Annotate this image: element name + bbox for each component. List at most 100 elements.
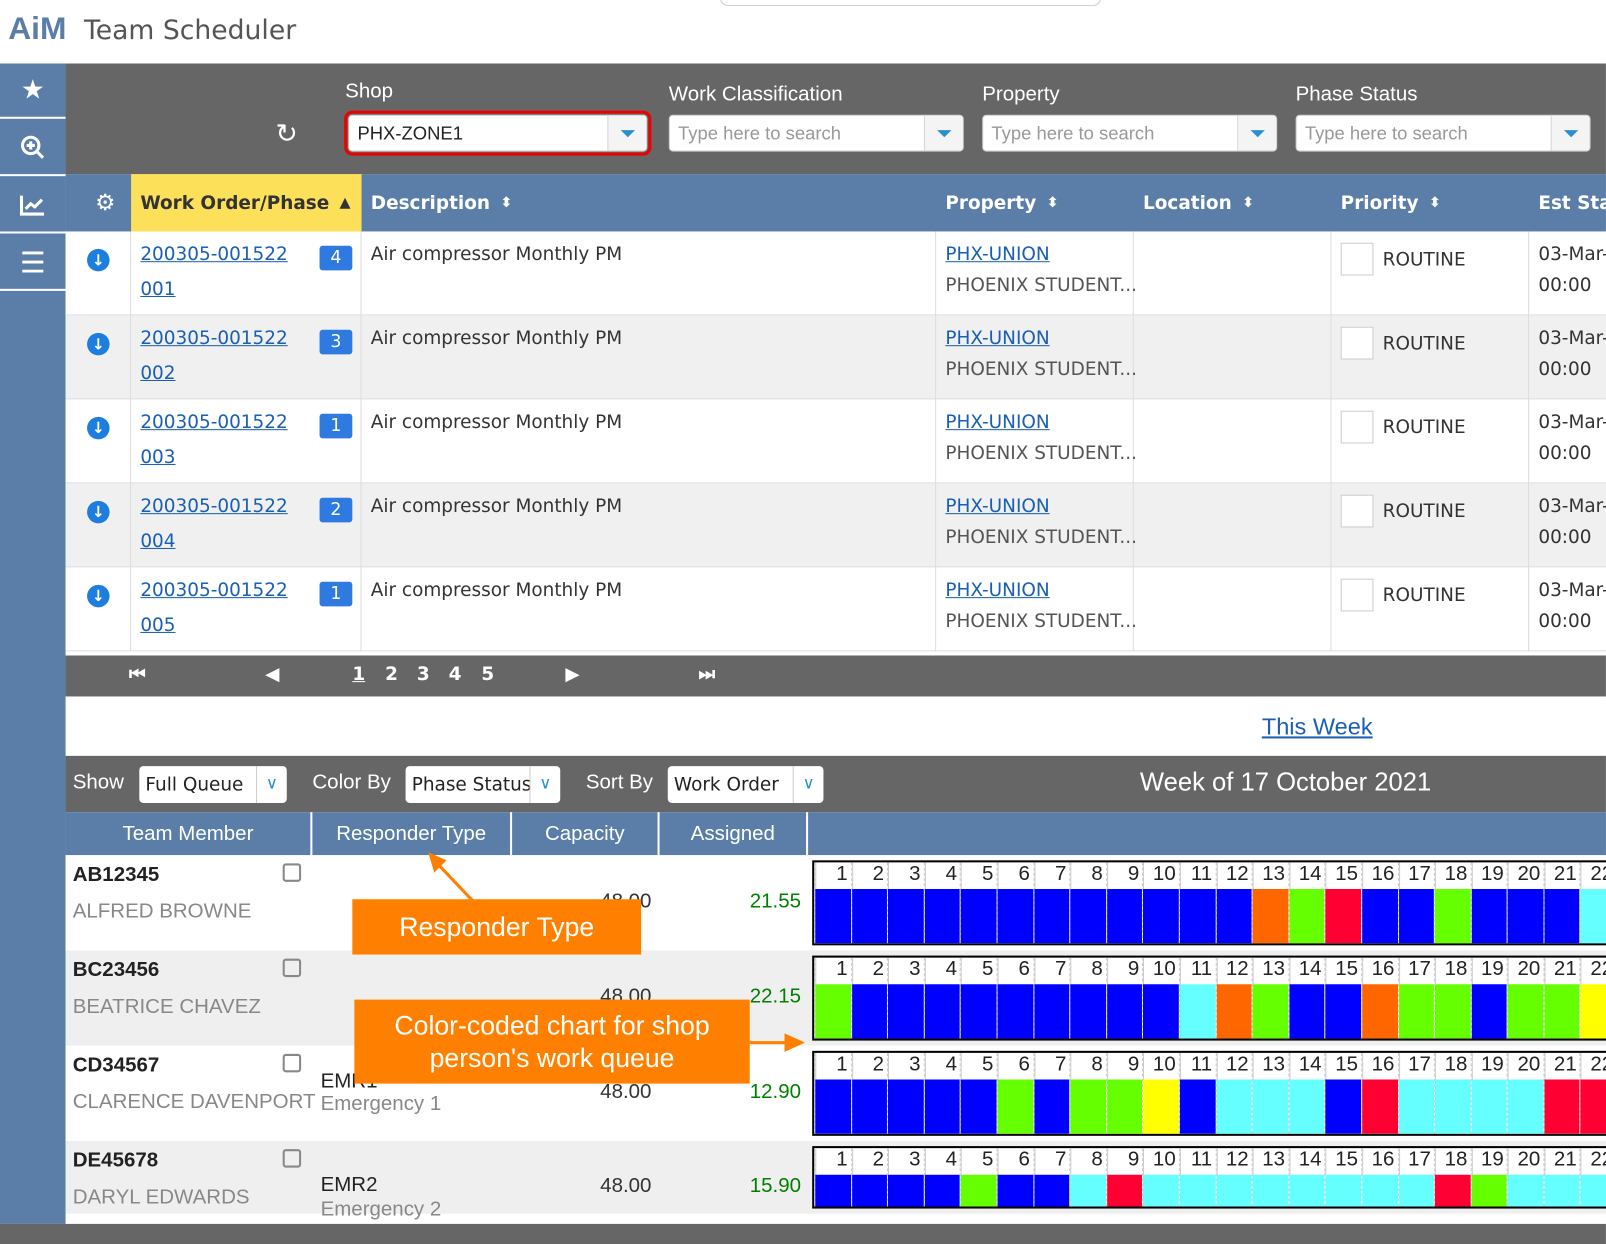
day-bar[interactable] [1033, 889, 1070, 944]
sidebar-favorites[interactable]: ★ [0, 64, 66, 119]
day-bar[interactable] [815, 1079, 851, 1134]
day-bar[interactable] [1289, 1079, 1325, 1134]
sidebar-menu[interactable]: ☰ [0, 236, 66, 291]
day-bar[interactable] [924, 1079, 961, 1134]
property-link[interactable]: PHX-UNION [945, 580, 1049, 602]
day-bar[interactable] [961, 1079, 997, 1134]
page-1[interactable]: 1 [352, 664, 365, 686]
day-bar[interactable] [1507, 1174, 1544, 1207]
day-bar[interactable] [1580, 984, 1606, 1039]
sidebar-search[interactable] [0, 121, 66, 177]
property-field[interactable] [982, 114, 1278, 152]
color-by-select[interactable]: Phase Status ∨ [405, 766, 561, 803]
day-bar[interactable] [1398, 984, 1434, 1039]
day-bar[interactable] [888, 889, 924, 944]
day-bar[interactable] [815, 1174, 851, 1207]
work-order-link[interactable]: 200305-001522 [140, 580, 287, 602]
day-bar[interactable] [888, 1174, 924, 1207]
day-bar[interactable] [924, 889, 961, 944]
day-bar[interactable] [1143, 1174, 1179, 1207]
day-bar[interactable] [1398, 1174, 1434, 1207]
day-bar[interactable] [997, 1079, 1033, 1134]
phase-link[interactable]: 002 [140, 363, 175, 385]
day-bar[interactable] [1216, 984, 1252, 1039]
column-location[interactable]: Location ⬍ [1134, 174, 1332, 231]
day-bar[interactable] [1289, 984, 1325, 1039]
column-team-member[interactable]: Team Member [66, 812, 313, 856]
day-bar[interactable] [851, 1174, 888, 1207]
day-bar[interactable] [1325, 1174, 1362, 1207]
day-bar[interactable] [1070, 984, 1106, 1039]
work-classification-dropdown-button[interactable] [923, 115, 963, 151]
day-bar[interactable] [1252, 889, 1289, 944]
arrow-down-circle-icon[interactable]: ↓ [87, 500, 110, 524]
arrow-down-circle-icon[interactable]: ↓ [87, 584, 110, 608]
day-bar[interactable] [851, 889, 888, 944]
column-assigned[interactable]: Assigned [660, 812, 809, 856]
sort-by-select[interactable]: Work Order ∨ [667, 766, 824, 803]
day-bar[interactable] [1033, 984, 1070, 1039]
day-bar[interactable] [997, 1174, 1033, 1207]
work-order-link[interactable]: 200305-001522 [140, 496, 287, 518]
day-bar[interactable] [1289, 889, 1325, 944]
day-bar[interactable] [1435, 984, 1471, 1039]
property-link[interactable]: PHX-UNION [945, 244, 1049, 266]
day-bar[interactable] [1544, 889, 1580, 944]
day-bar[interactable] [888, 984, 924, 1039]
phase-link[interactable]: 004 [140, 531, 175, 553]
work-classification-input[interactable] [669, 115, 924, 151]
first-page-icon[interactable]: ⏮ [129, 664, 146, 686]
day-bar[interactable] [1507, 1079, 1544, 1134]
column-work-order[interactable]: Work Order/Phase ▲ [131, 174, 362, 232]
day-bar[interactable] [1435, 1174, 1471, 1207]
phase-status-input[interactable] [1296, 115, 1551, 151]
page-4[interactable]: 4 [449, 664, 462, 686]
last-page-icon[interactable]: ⏭ [699, 664, 716, 686]
phase-link[interactable]: 003 [140, 447, 175, 469]
day-bar[interactable] [1580, 1079, 1606, 1134]
day-bar[interactable] [1362, 1174, 1398, 1207]
day-bar[interactable] [1435, 1079, 1471, 1134]
day-bar[interactable] [1362, 1079, 1398, 1134]
page-3[interactable]: 3 [417, 664, 430, 686]
day-bar[interactable] [1289, 1174, 1325, 1207]
day-bar[interactable] [1106, 889, 1143, 944]
day-bar[interactable] [1106, 1174, 1143, 1207]
shop-dropdown-button[interactable] [607, 115, 647, 151]
day-bar[interactable] [851, 1079, 888, 1134]
day-bar[interactable] [1435, 889, 1471, 944]
phase-status-field[interactable] [1295, 114, 1591, 152]
property-link[interactable]: PHX-UNION [945, 496, 1049, 518]
day-bar[interactable] [997, 889, 1033, 944]
gear-icon[interactable]: ⚙ [86, 174, 131, 231]
column-description[interactable]: Description ⬍ [362, 174, 937, 231]
page-2[interactable]: 2 [385, 664, 398, 686]
property-link[interactable]: PHX-UNION [945, 328, 1049, 350]
page-5[interactable]: 5 [481, 664, 494, 686]
column-priority[interactable]: Priority ⬍ [1331, 174, 1529, 231]
property-link[interactable]: PHX-UNION [945, 412, 1049, 434]
day-bar[interactable] [924, 984, 961, 1039]
day-bar[interactable] [1070, 1079, 1106, 1134]
arrow-down-circle-icon[interactable]: ↓ [87, 416, 110, 440]
arrow-down-circle-icon[interactable]: ↓ [87, 332, 110, 356]
day-bar[interactable] [1216, 889, 1252, 944]
day-bar[interactable] [1580, 1174, 1606, 1207]
this-week-link[interactable]: This Week [1262, 713, 1373, 741]
day-bar[interactable] [997, 984, 1033, 1039]
day-bar[interactable] [815, 889, 851, 944]
day-bar[interactable] [1507, 984, 1544, 1039]
day-bar[interactable] [1179, 1079, 1216, 1134]
day-bar[interactable] [1544, 1079, 1580, 1134]
day-bar[interactable] [1471, 984, 1507, 1039]
day-bar[interactable] [1143, 889, 1179, 944]
day-bar[interactable] [1471, 889, 1507, 944]
phase-link[interactable]: 001 [140, 279, 175, 301]
day-bar[interactable] [1544, 1174, 1580, 1207]
edit-icon[interactable] [282, 958, 302, 978]
day-bar[interactable] [1143, 1079, 1179, 1134]
day-bar[interactable] [888, 1079, 924, 1134]
day-bar[interactable] [1398, 1079, 1434, 1134]
column-capacity[interactable]: Capacity [512, 812, 660, 856]
day-bar[interactable] [1179, 1174, 1216, 1207]
